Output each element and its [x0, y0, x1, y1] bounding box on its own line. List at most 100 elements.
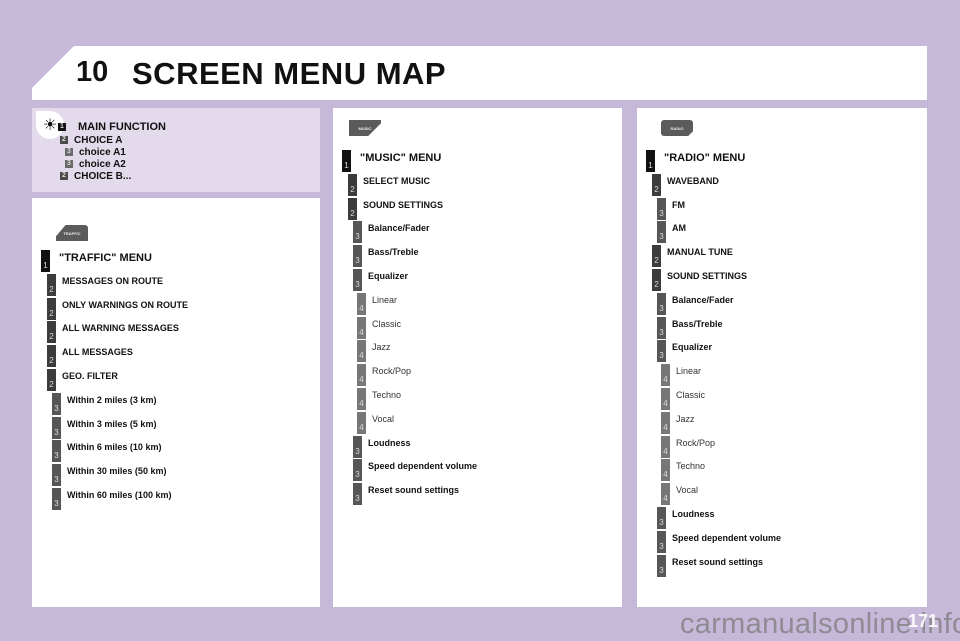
- level-badge: 1: [41, 250, 50, 272]
- traffic-menu-item: 3 Within 6 miles (10 km): [52, 440, 162, 463]
- radio-tab-icon: RADIO: [661, 120, 693, 136]
- menu-item-label: Rock/Pop: [676, 437, 716, 448]
- level-badge: 3: [657, 197, 666, 220]
- menu-item-label: Reset sound settings: [672, 556, 764, 567]
- legend-label: CHOICE A: [74, 134, 123, 146]
- level-badge: 2: [60, 136, 68, 144]
- traffic-menu-item: 1 "TRAFFIC" MENU: [41, 250, 152, 272]
- music-menu-item: 4 Linear: [357, 292, 397, 315]
- level-badge: 3: [65, 148, 73, 156]
- level-badge: 2: [348, 197, 357, 220]
- menu-item-label: Reset sound settings: [368, 485, 460, 496]
- menu-item-label: Within 60 miles (100 km): [67, 490, 172, 500]
- menu-item-label: Speed dependent volume: [672, 532, 782, 543]
- music-menu-item: 4 Classic: [357, 316, 401, 339]
- level-badge: 1: [342, 150, 351, 172]
- radio-menu-item: 4 Techno: [661, 459, 706, 482]
- legend-row: 3 choice A2: [65, 158, 166, 170]
- menu-item-label: Bass/Treble: [672, 318, 723, 329]
- music-menu-item: 2 SELECT MUSIC: [348, 173, 430, 196]
- music-menu-item: 3 Balance/Fader: [353, 221, 430, 244]
- radio-menu-item: 4 Vocal: [661, 483, 699, 506]
- menu-item-label: Loudness: [368, 437, 411, 448]
- radio-menu-item: 4 Jazz: [661, 411, 695, 434]
- level-badge: 3: [52, 488, 61, 510]
- traffic-menu-item: 3 Within 30 miles (50 km): [52, 464, 166, 487]
- legend-label: choice A1: [79, 146, 126, 158]
- level-badge: 4: [357, 411, 366, 434]
- radio-menu-item: 3 AM: [657, 221, 686, 244]
- music-menu-item: 3 Equalizer: [353, 269, 408, 291]
- menu-item-label: Classic: [676, 390, 706, 400]
- music-tab-icon-label: MUSIC: [358, 125, 372, 131]
- menu-item-label: Balance/Fader: [672, 294, 734, 305]
- level-badge: 4: [357, 316, 366, 339]
- menu-item-label: MANUAL TUNE: [667, 247, 733, 258]
- legend-label: MAIN FUNCTION: [78, 121, 166, 133]
- menu-item-label: Linear: [676, 366, 702, 377]
- level-badge: 4: [661, 435, 670, 458]
- music-menu-item: 3 Loudness: [353, 435, 411, 458]
- menu-item-label: Loudness: [672, 509, 715, 519]
- music-menu-item: 3 Reset sound settings: [353, 483, 460, 506]
- radio-menu-panel: RADIO 1 "RADIO" MENU 2 WAVEBAND 3 FM 3 AM 2 MANUA…: [637, 108, 927, 607]
- traffic-menu-item: 3 Within 2 miles (3 km): [52, 392, 156, 415]
- menu-item-label: MESSAGES ON ROUTE: [62, 275, 164, 286]
- level-badge: 3: [52, 392, 61, 415]
- music-menu-item: 2 SOUND SETTINGS: [348, 197, 444, 220]
- radio-menu-item: 4 Linear: [661, 364, 702, 387]
- menu-item-label: Within 3 miles (5 km): [67, 418, 157, 429]
- menu-item-label: GEO. FILTER: [62, 371, 118, 381]
- level-badge: 2: [47, 273, 56, 296]
- page-title: SCREEN MENU MAP: [132, 56, 447, 91]
- level-badge: 2: [348, 173, 357, 196]
- menu-item-label: Speed dependent volume: [368, 461, 478, 472]
- level-badge: 1: [646, 150, 655, 172]
- menu-item-label: Vocal: [676, 485, 699, 496]
- level-badge: 3: [657, 507, 666, 529]
- level-badge: 3: [353, 269, 362, 291]
- level-badge: 3: [353, 435, 362, 458]
- music-menu-item: 3 Speed dependent volume: [353, 459, 478, 482]
- menu-item-label: AM: [672, 223, 686, 234]
- menu-item-label: SOUND SETTINGS: [363, 199, 444, 210]
- level-badge: 2: [652, 173, 661, 196]
- legend-label: CHOICE B...: [74, 170, 132, 182]
- level-badge: 4: [357, 364, 366, 387]
- traffic-tab-icon-label: TRAFFIC: [63, 230, 81, 236]
- traffic-menu-item: 3 Within 3 miles (5 km): [52, 416, 157, 439]
- traffic-menu-panel: TRAFFIC 1 "TRAFFIC" MENU 2 MESSAGES ON ROUT…: [32, 198, 320, 607]
- radio-menu-item: 1 "RADIO" MENU: [646, 150, 745, 172]
- page-number: 171: [907, 611, 938, 631]
- legend-row: 1 MAIN FUNCTION: [58, 120, 166, 134]
- legend-label: choice A2: [79, 158, 126, 170]
- level-badge: 2: [60, 172, 68, 180]
- chapter-number: 10: [76, 56, 109, 88]
- level-badge: 4: [661, 483, 670, 506]
- traffic-menu-item: 2 MESSAGES ON ROUTE: [47, 273, 164, 296]
- radio-menu-item: 3 Reset sound settings: [657, 554, 764, 577]
- level-badge: 3: [52, 464, 61, 487]
- traffic-tab-icon: TRAFFIC: [56, 225, 88, 241]
- traffic-menu-item: 2 ALL MESSAGES: [47, 345, 133, 368]
- level-badge: 2: [652, 245, 661, 268]
- traffic-menu-item: 2 ONLY WARNINGS ON ROUTE: [47, 297, 188, 320]
- menu-item-label: Techno: [676, 461, 706, 472]
- traffic-menu-item: 2 GEO. FILTER: [47, 369, 118, 391]
- level-badge: 2: [47, 345, 56, 368]
- radio-menu-item: 4 Rock/Pop: [661, 435, 716, 458]
- music-menu-item: 4 Rock/Pop: [357, 364, 412, 387]
- menu-item-label: Rock/Pop: [372, 366, 412, 377]
- menu-item-label: "RADIO" MENU: [664, 152, 746, 164]
- level-badge: 4: [661, 411, 670, 434]
- radio-menu-item: 2 SOUND SETTINGS: [652, 269, 747, 291]
- menu-item-label: Balance/Fader: [368, 223, 430, 234]
- level-badge: 1: [58, 123, 66, 131]
- menu-item-label: "TRAFFIC" MENU: [59, 252, 152, 264]
- level-badge: 2: [652, 269, 661, 291]
- radio-tab-icon-label: RADIO: [670, 125, 684, 131]
- level-badge: 3: [353, 245, 362, 268]
- menu-item-label: Within 6 miles (10 km): [67, 442, 162, 453]
- music-menu-item: 4 Techno: [357, 388, 401, 410]
- level-badge: 4: [357, 292, 366, 315]
